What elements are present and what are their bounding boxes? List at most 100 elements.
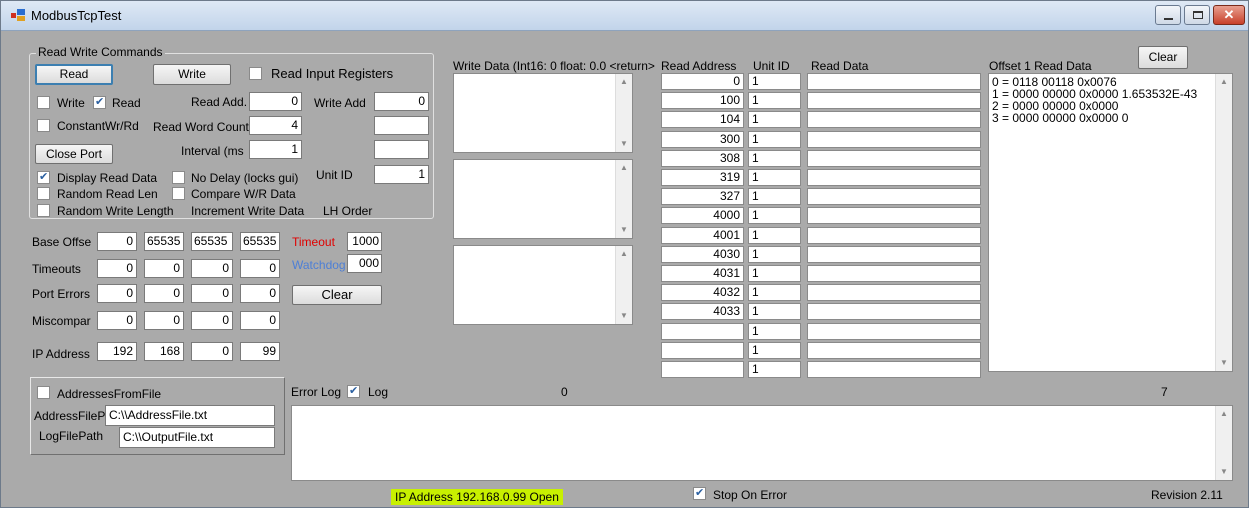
read-address-cell[interactable]: 100 [661, 92, 744, 110]
miscompare-field-3[interactable]: 0 [191, 311, 233, 330]
read-data-cell[interactable] [807, 169, 981, 186]
read-button[interactable]: Read [35, 64, 113, 85]
read-address-cell[interactable]: 0 [661, 73, 744, 90]
read-data-cell[interactable] [807, 130, 981, 148]
port-errors-field-4[interactable]: 0 [240, 284, 280, 303]
ip-octet-2[interactable]: 168 [144, 342, 184, 361]
interval-field[interactable]: 1 [249, 140, 302, 159]
increment-write-data-label[interactable]: Increment Write Data [191, 204, 304, 218]
base-offset-field-1[interactable]: 0 [97, 232, 137, 251]
read-address-cell[interactable]: 4000 [661, 207, 744, 225]
read-data-cell[interactable] [807, 284, 981, 302]
error-log-scrollbar[interactable]: ▲ ▼ [1215, 406, 1232, 480]
unit-id-cell[interactable]: 1 [748, 284, 801, 302]
unit-id-field[interactable]: 1 [374, 165, 429, 184]
ip-octet-3[interactable]: 0 [191, 342, 233, 361]
read-address-cell[interactable]: 4033 [661, 303, 744, 321]
read-data-cell[interactable] [807, 361, 981, 378]
read-data-cell[interactable] [807, 265, 981, 282]
compare-wr-data-checkbox[interactable] [172, 187, 185, 200]
miscompare-field-2[interactable]: 0 [144, 311, 184, 330]
unit-id-cell[interactable]: 1 [748, 130, 801, 148]
read-data-cell[interactable] [807, 92, 981, 110]
display-read-data-checkbox[interactable] [37, 170, 50, 184]
lh-order-label[interactable]: LH Order [323, 204, 372, 218]
miscompare-field-1[interactable]: 0 [97, 311, 137, 330]
unit-id-cell[interactable]: 1 [748, 322, 801, 340]
read-input-registers-checkbox[interactable] [249, 67, 262, 80]
random-read-len-checkbox[interactable] [37, 187, 50, 200]
offset-read-data-scrollbar[interactable]: ▲ ▼ [1215, 74, 1232, 371]
unit-id-cell[interactable]: 1 [748, 207, 801, 225]
write-add-field[interactable]: 0 [374, 92, 429, 111]
timeouts-field-1[interactable]: 0 [97, 259, 137, 278]
read-address-cell[interactable]: 4032 [661, 284, 744, 302]
read-checkbox[interactable] [93, 95, 106, 109]
read-address-cell[interactable] [661, 341, 744, 359]
read-data-cell[interactable] [807, 188, 981, 206]
stop-on-error-checkbox[interactable] [693, 486, 706, 500]
unit-id-cell[interactable]: 1 [748, 111, 801, 129]
unit-id-cell[interactable]: 1 [748, 245, 801, 263]
unit-id-cell[interactable]: 1 [748, 226, 801, 244]
write-data-box-1[interactable]: ▲ ▼ [453, 73, 633, 153]
ip-octet-1[interactable]: 192 [97, 342, 137, 361]
unit-id-cell[interactable]: 1 [748, 149, 801, 167]
read-data-cell[interactable] [807, 111, 981, 129]
read-address-cell[interactable] [661, 361, 744, 378]
constant-wr-rd-checkbox[interactable] [37, 119, 50, 132]
read-data-cell[interactable] [807, 303, 981, 321]
addresses-from-file-checkbox[interactable] [37, 386, 50, 399]
read-data-cell[interactable] [807, 73, 981, 90]
write-data-box-2[interactable]: ▲ ▼ [453, 159, 633, 239]
write-data-scrollbar-1[interactable]: ▲ ▼ [615, 74, 632, 152]
timeouts-field-2[interactable]: 0 [144, 259, 184, 278]
read-data-cell[interactable] [807, 245, 981, 263]
write-aux-field-2[interactable] [374, 140, 429, 159]
miscompare-field-4[interactable]: 0 [240, 311, 280, 330]
unit-id-cell[interactable]: 1 [748, 169, 801, 186]
read-data-cell[interactable] [807, 149, 981, 167]
port-errors-field-1[interactable]: 0 [97, 284, 137, 303]
base-offset-field-3[interactable]: 65535 [191, 232, 233, 251]
unit-id-cell[interactable]: 1 [748, 73, 801, 90]
error-log-box[interactable]: ▲ ▼ [291, 405, 1233, 481]
close-port-button[interactable]: Close Port [35, 144, 113, 164]
read-address-cell[interactable]: 319 [661, 169, 744, 186]
address-file-path-field[interactable]: C:\\AddressFile.txt [105, 405, 275, 426]
read-address-cell[interactable]: 4031 [661, 265, 744, 282]
read-address-cell[interactable]: 327 [661, 188, 744, 206]
ip-octet-4[interactable]: 99 [240, 342, 280, 361]
unit-id-cell[interactable]: 1 [748, 303, 801, 321]
unit-id-cell[interactable]: 1 [748, 341, 801, 359]
write-button[interactable]: Write [153, 64, 231, 85]
maximize-icon[interactable] [1184, 5, 1210, 25]
base-offset-field-2[interactable]: 65535 [144, 232, 184, 251]
read-word-count-field[interactable]: 4 [249, 116, 302, 135]
unit-id-cell[interactable]: 1 [748, 361, 801, 378]
log-checkbox[interactable] [347, 384, 360, 398]
read-data-cell[interactable] [807, 207, 981, 225]
port-errors-field-3[interactable]: 0 [191, 284, 233, 303]
timeouts-field-3[interactable]: 0 [191, 259, 233, 278]
read-add-field[interactable]: 0 [249, 92, 302, 111]
timeouts-field-4[interactable]: 0 [240, 259, 280, 278]
close-icon[interactable]: ✕ [1213, 5, 1245, 25]
unit-id-cell[interactable]: 1 [748, 92, 801, 110]
no-delay-checkbox[interactable] [172, 171, 185, 184]
base-offset-field-4[interactable]: 65535 [240, 232, 280, 251]
random-write-length-checkbox[interactable] [37, 204, 50, 217]
read-data-cell[interactable] [807, 226, 981, 244]
read-address-cell[interactable]: 4030 [661, 245, 744, 263]
clear-read-data-button[interactable]: Clear [1138, 46, 1188, 69]
write-data-scrollbar-2[interactable]: ▲ ▼ [615, 160, 632, 238]
read-address-cell[interactable] [661, 322, 744, 340]
read-data-cell[interactable] [807, 322, 981, 340]
offset-read-data-box[interactable]: 0 = 0118 00118 0x0076 1 = 0000 00000 0x00… [988, 73, 1233, 372]
write-data-box-3[interactable]: ▲ ▼ [453, 245, 633, 325]
read-address-cell[interactable]: 300 [661, 130, 744, 148]
unit-id-cell[interactable]: 1 [748, 265, 801, 282]
read-address-cell[interactable]: 4001 [661, 226, 744, 244]
write-checkbox[interactable] [37, 96, 50, 109]
read-address-cell[interactable]: 104 [661, 111, 744, 129]
